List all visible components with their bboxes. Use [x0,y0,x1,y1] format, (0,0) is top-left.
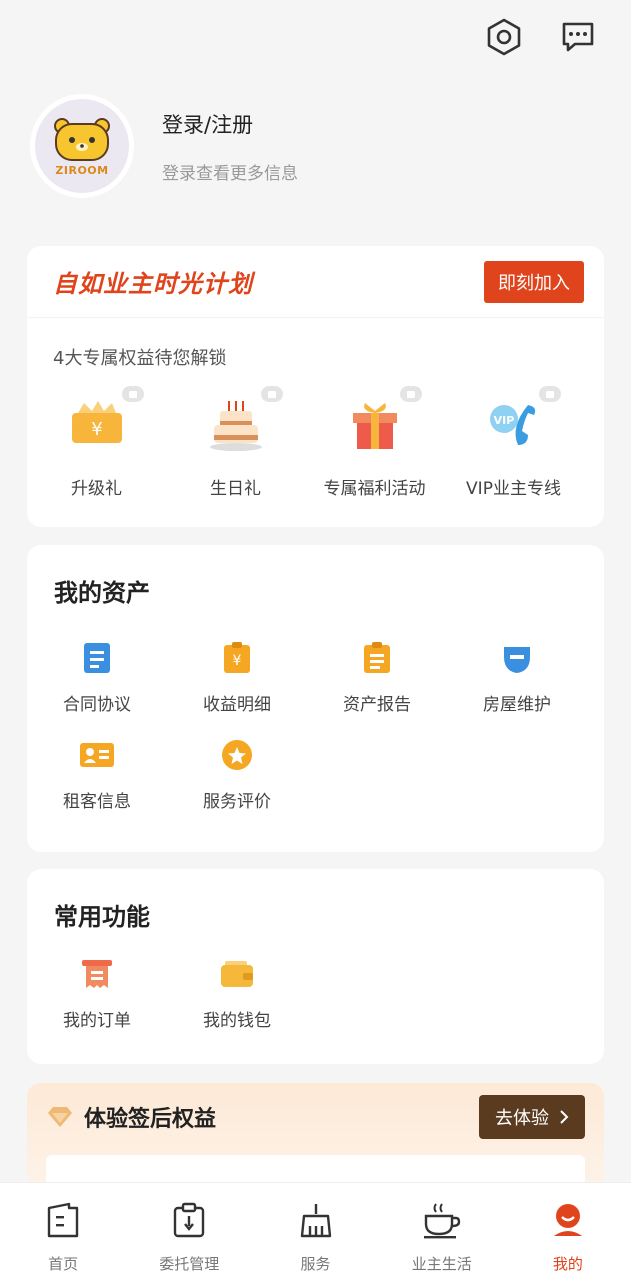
grid-label: 我的订单 [63,1011,131,1031]
chevron-right-icon [560,1110,569,1124]
nav-entrust[interactable]: 委托管理 [126,1183,252,1280]
grid-label: 资产报告 [343,695,411,715]
message-icon[interactable] [559,18,597,56]
svg-text:VIP: VIP [493,414,514,427]
bottom-nav: 首页 委托管理 服务 业主生活 我的 [0,1182,631,1280]
gift-icon [352,403,397,449]
contract-entry[interactable]: 合同协议 [27,638,167,715]
common-title: 常用功能 [54,903,150,931]
nav-label: 业主生活 [411,1255,472,1273]
top-actions [485,18,597,56]
grid-label: 我的钱包 [203,1011,271,1031]
perk-exclusive-activity[interactable]: 专属福利活动 [305,386,444,499]
perk-label: 升级礼 [71,479,122,499]
svg-text:¥: ¥ [91,419,102,440]
coffee-icon [423,1203,460,1239]
lock-icon [260,386,283,402]
income-entry[interactable]: ¥ 收益明细 [167,638,307,715]
income-icon: ¥ [224,642,250,673]
benefit-title: 体验签后权益 [84,1107,217,1132]
perk-upgrade-gift[interactable]: ¥ 升级礼 [27,386,166,499]
perk-label: VIP业主专线 [466,479,561,499]
maintenance-icon [504,647,530,673]
unlock-text: 4大专属权益待您解锁 [53,348,227,369]
nav-label: 首页 [48,1255,79,1273]
diamond-icon [48,1107,72,1127]
profile-icon [553,1204,582,1236]
my-wallet-entry[interactable]: 我的钱包 [167,954,307,1031]
vip-phone-icon: VIP [489,405,535,445]
rating-icon [222,740,252,770]
my-assets-card: 我的资产 合同协议 ¥ 收益明细 资产报告 房屋维护 租客信息 服务评价 [27,545,604,852]
grid-label: 收益明细 [203,695,271,715]
avatar-brand: ZIROOM [55,163,109,177]
asset-report-entry[interactable]: 资产报告 [307,638,447,715]
my-orders-entry[interactable]: 我的订单 [27,954,167,1031]
login-register-link[interactable]: 登录/注册 [162,109,298,139]
cake-icon [209,401,262,451]
profile-section[interactable]: ZIROOM 登录/注册 登录查看更多信息 [30,94,298,198]
nav-owner-life[interactable]: 业主生活 [379,1183,505,1280]
settings-hex-icon[interactable] [485,18,523,56]
grid-label: 租客信息 [63,792,131,812]
wallet-icon [221,961,253,987]
perk-birthday-gift[interactable]: 生日礼 [166,386,305,499]
try-button-label: 去体验 [495,1108,549,1129]
lock-icon [399,386,422,402]
avatar[interactable]: ZIROOM [30,94,134,198]
nav-label: 委托管理 [159,1255,220,1273]
grid-label: 房屋维护 [483,695,551,715]
order-icon [82,960,112,988]
report-icon [364,642,390,673]
perk-vip-hotline[interactable]: VIP VIP业主专线 [444,386,583,499]
lock-icon [538,386,561,402]
entrust-icon [174,1202,205,1238]
post-sign-benefits-card: 体验签后权益 去体验 [27,1083,604,1195]
perk-label: 专属福利活动 [323,479,426,499]
contract-icon [84,643,110,673]
tenant-card-icon [80,743,114,767]
join-button[interactable]: 即刻加入 [484,260,584,303]
owner-plan-card: 自如业主时光计划 即刻加入 4大专属权益待您解锁 ¥ 升级礼 生日礼 专属福利活… [27,246,604,527]
perk-label: 生日礼 [210,479,261,499]
nav-home[interactable]: 首页 [0,1183,126,1280]
grid-label: 服务评价 [203,792,271,812]
lock-icon [121,386,144,402]
maintenance-entry[interactable]: 房屋维护 [447,638,587,715]
nav-service[interactable]: 服务 [252,1183,378,1280]
try-button[interactable]: 去体验 [479,1095,585,1139]
common-functions-card: 常用功能 我的订单 我的钱包 [27,869,604,1064]
service-broom-icon [300,1204,331,1238]
nav-label: 我的 [552,1255,583,1273]
ticket-icon: ¥ [71,401,122,443]
bear-mascot-icon [54,117,110,161]
nav-mine[interactable]: 我的 [505,1183,631,1280]
plan-title: 自如业主时光计划 [53,270,253,298]
svg-text:¥: ¥ [233,653,242,669]
login-subtitle: 登录查看更多信息 [162,163,298,184]
grid-label: 合同协议 [63,695,131,715]
assets-title: 我的资产 [54,579,150,607]
home-icon [47,1202,79,1238]
tenant-info-entry[interactable]: 租客信息 [27,735,167,812]
service-rating-entry[interactable]: 服务评价 [167,735,307,812]
nav-label: 服务 [300,1255,331,1273]
